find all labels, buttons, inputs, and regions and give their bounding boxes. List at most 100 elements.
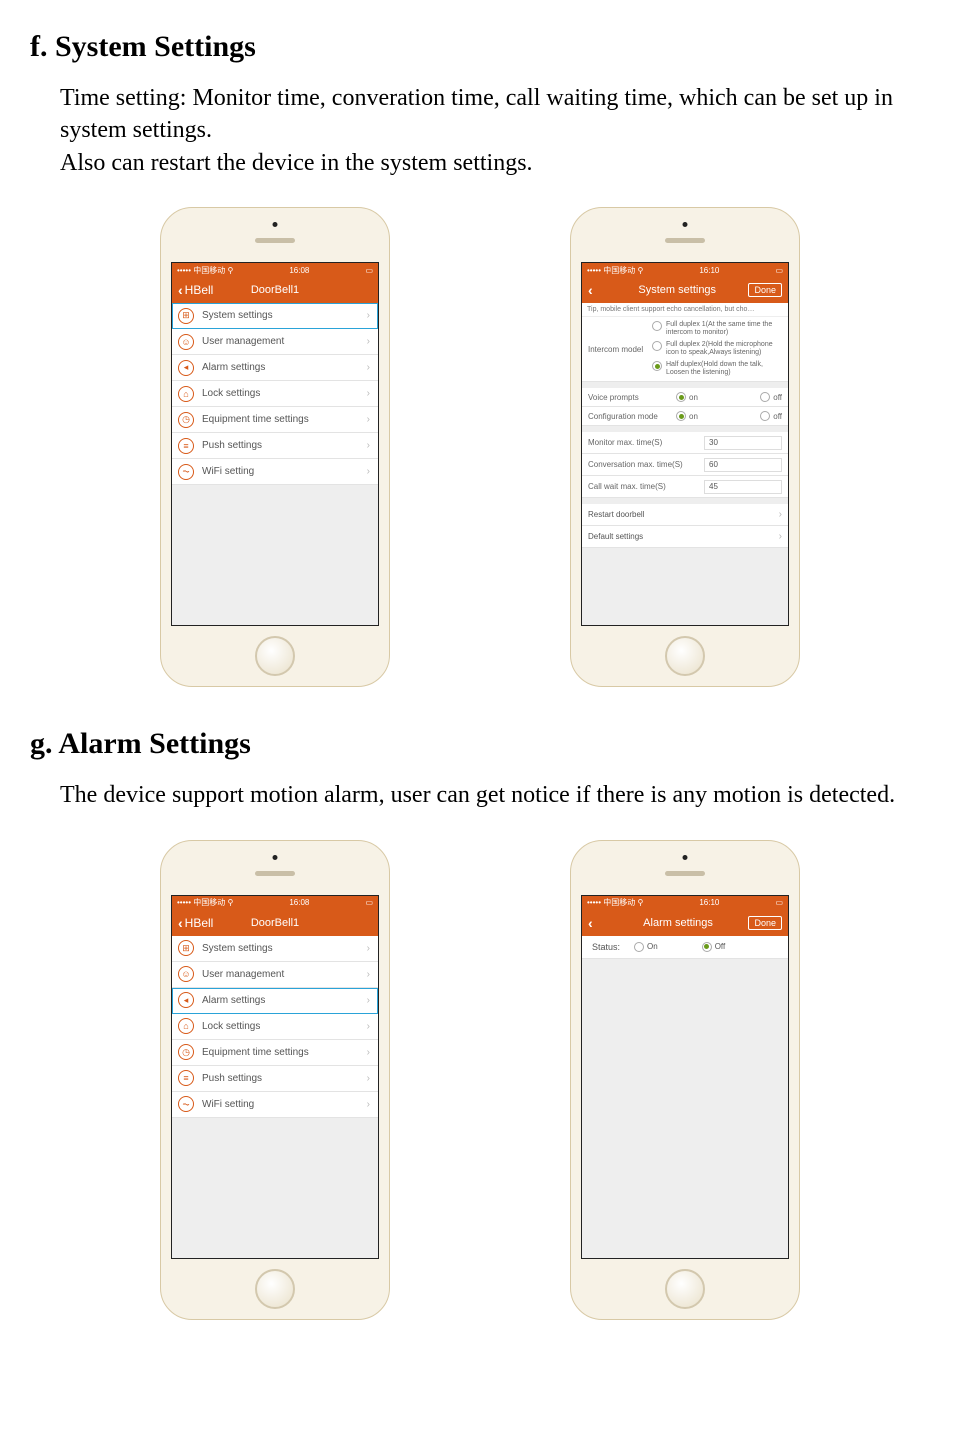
chevron-right-icon: › [367,1073,370,1084]
chevron-right-icon: › [367,440,370,451]
row-label: Equipment time settings [202,1047,367,1058]
conversation-time-label: Conversation max. time(S) [588,460,698,469]
config-mode-off[interactable]: off [760,411,782,421]
radio-icon [652,321,662,331]
status-bar: ••••• 中国移动 ⚲ 16:08 ▭ [172,263,378,277]
list-item-lock-settings[interactable]: ⌂Lock settings› [172,1014,378,1040]
list-item-wifi-setting[interactable]: ⏦WiFi setting› [172,1092,378,1118]
chevron-left-icon: ‹ [588,916,593,930]
monitor-time-input[interactable]: 30 [704,436,782,450]
list-item-alarm-settings[interactable]: ◂Alarm settings› [172,355,378,381]
list-item-user-management[interactable]: ☺User management› [172,962,378,988]
restart-doorbell-row[interactable]: Restart doorbell › [582,504,788,526]
conversation-time-row: Conversation max. time(S) 60 [582,454,788,476]
back-label: HBell [185,916,214,930]
conversation-time-input[interactable]: 60 [704,458,782,472]
phone-speaker [665,238,705,243]
back-button[interactable]: ‹ [588,916,593,930]
section-g-phones: ••••• 中国移动 ⚲ 16:08 ▭ ‹ HBell DoorBell1 ⊞… [30,840,930,1320]
row-label: System settings [202,310,367,321]
radio-off-icon [760,392,770,402]
nav-title: DoorBell1 [251,284,299,296]
voice-prompts-on[interactable]: on [676,392,698,402]
intercom-model-row: Intercom model Full duplex 1(At the same… [582,317,788,382]
intercom-option-0[interactable]: Full duplex 1(At the same time the inter… [652,321,782,337]
list-item-system-settings[interactable]: ⊞System settings› [172,303,378,329]
list-item-push-settings[interactable]: ≡Push settings› [172,1066,378,1092]
row-icon: ⏦ [178,1096,194,1112]
status-time: 16:08 [289,266,309,275]
done-button[interactable]: Done [748,916,782,930]
monitor-time-row: Monitor max. time(S) 30 [582,432,788,454]
row-label: WiFi setting [202,466,367,477]
back-button[interactable]: ‹ HBell [178,916,213,930]
nav-bar: ‹ HBell DoorBell1 [172,277,378,303]
phone-g2: ••••• 中国移动 ⚲ 16:10 ▭ ‹ Alarm settings Do… [570,840,800,1320]
default-settings-row[interactable]: Default settings › [582,526,788,548]
row-icon: ≡ [178,1070,194,1086]
section-g-heading: g. Alarm Settings [30,727,930,761]
chevron-right-icon: › [367,1099,370,1110]
intercom-option-text: Half duplex(Hold down the talk, Loosen t… [666,361,782,377]
list-item-user-management[interactable]: ☺User management› [172,329,378,355]
chevron-right-icon: › [367,466,370,477]
status-time: 16:10 [699,266,719,275]
home-button[interactable] [665,1269,705,1309]
intercom-option-text: Full duplex 2(Hold the microphone icon t… [666,341,782,357]
home-button[interactable] [255,636,295,676]
system-settings-content: Tip, mobile client support echo cancella… [582,303,788,625]
alarm-status-row: Status: On Off [582,936,788,959]
config-mode-on[interactable]: on [676,411,698,421]
back-button[interactable]: ‹ [588,283,593,297]
status-bar: ••••• 中国移动 ⚲ 16:10 ▭ [582,263,788,277]
battery-icon: ▭ [365,898,373,907]
list-item-alarm-settings[interactable]: ◂Alarm settings› [172,988,378,1014]
alarm-settings-content: Status: On Off [582,936,788,1258]
phone-f1-screen: ••••• 中国移动 ⚲ 16:08 ▭ ‹ HBell DoorBell1 ⊞… [171,262,379,626]
list-item-push-settings[interactable]: ≡Push settings› [172,433,378,459]
settings-list: ⊞System settings›☺User management›◂Alarm… [172,936,378,1258]
phone-g1-screen: ••••• 中国移动 ⚲ 16:08 ▭ ‹ HBell DoorBell1 ⊞… [171,895,379,1259]
radio-on-icon [676,392,686,402]
row-icon: ⌂ [178,1018,194,1034]
list-item-system-settings[interactable]: ⊞System settings› [172,936,378,962]
alarm-status-label: Status: [592,942,620,952]
done-button[interactable]: Done [748,283,782,297]
intercom-option-1[interactable]: Full duplex 2(Hold the microphone icon t… [652,341,782,357]
voice-prompts-label: Voice prompts [588,393,668,402]
radio-off-icon [760,411,770,421]
intercom-option-2[interactable]: Half duplex(Hold down the talk, Loosen t… [652,361,782,377]
status-time: 16:10 [699,898,719,907]
callwait-time-input[interactable]: 45 [704,480,782,494]
chevron-right-icon: › [367,969,370,980]
phone-f2-screen: ••••• 中国移动 ⚲ 16:10 ▭ ‹ System settings D… [581,262,789,626]
status-bar: ••••• 中国移动 ⚲ 16:08 ▭ [172,896,378,910]
battery-icon: ▭ [775,898,783,907]
list-item-wifi-setting[interactable]: ⏦WiFi setting› [172,459,378,485]
nav-title: DoorBell1 [251,917,299,929]
home-button[interactable] [255,1269,295,1309]
chevron-right-icon: › [367,388,370,399]
alarm-on-option[interactable]: On [634,942,658,952]
chevron-right-icon: › [367,414,370,425]
list-item-lock-settings[interactable]: ⌂Lock settings› [172,381,378,407]
phone-f2: ••••• 中国移动 ⚲ 16:10 ▭ ‹ System settings D… [570,207,800,687]
nav-bar: ‹ Alarm settings Done [582,910,788,936]
chevron-left-icon: ‹ [178,283,183,297]
intercom-label: Intercom model [588,345,646,354]
list-item-equipment-time-settings[interactable]: ◷Equipment time settings› [172,407,378,433]
alarm-off-option[interactable]: Off [702,942,726,952]
row-label: Alarm settings [202,995,367,1006]
monitor-time-label: Monitor max. time(S) [588,438,698,447]
voice-prompts-off[interactable]: off [760,392,782,402]
chevron-right-icon: › [367,995,370,1006]
status-bar: ••••• 中国移动 ⚲ 16:10 ▭ [582,896,788,910]
phone-speaker [255,238,295,243]
section-g-body: The device support motion alarm, user ca… [60,779,930,811]
callwait-time-label: Call wait max. time(S) [588,482,698,491]
list-item-equipment-time-settings[interactable]: ◷Equipment time settings› [172,1040,378,1066]
voice-prompts-row: Voice prompts on off [582,388,788,407]
back-button[interactable]: ‹ HBell [178,283,213,297]
home-button[interactable] [665,636,705,676]
nav-title: Alarm settings [643,917,713,929]
